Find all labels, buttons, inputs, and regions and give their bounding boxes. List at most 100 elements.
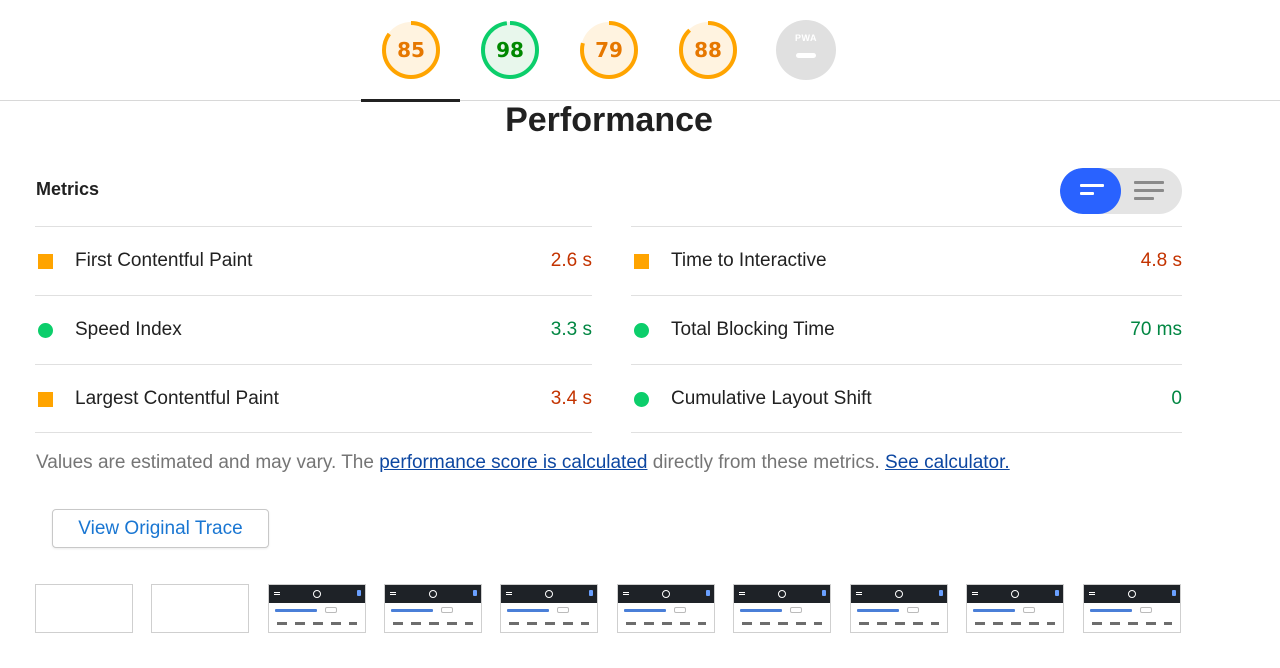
metric-time-to-interactive: Time to Interactive 4.8 s (631, 226, 1182, 295)
green-circle-icon (634, 392, 649, 407)
list-lines-icon-bar (1134, 197, 1154, 200)
filmstrip-frame (617, 584, 715, 633)
green-circle-icon (634, 323, 649, 338)
frame-badge (907, 607, 919, 613)
compact-view-button[interactable] (1060, 168, 1121, 214)
frame-tabs (626, 622, 706, 625)
metric-label: Cumulative Layout Shift (671, 388, 872, 409)
orange-square-icon (38, 392, 53, 407)
menu-icon (739, 592, 745, 593)
metrics-column-left: First Contentful Paint 2.6 s Speed Index… (35, 226, 592, 433)
frame-action-icon (589, 590, 593, 596)
frame-tabs (1092, 622, 1172, 625)
score-value: 85 (397, 38, 425, 62)
menu-icon (1089, 592, 1095, 593)
filmstrip-frame (151, 584, 249, 633)
metric-value: 3.3 s (550, 319, 592, 340)
metric-largest-contentful-paint: Largest Contentful Paint 3.4 s (35, 364, 592, 433)
frame-tabs (975, 622, 1055, 625)
metric-value: 2.6 s (550, 250, 592, 271)
metrics-view-toggle (1060, 168, 1182, 214)
metric-speed-index: Speed Index 3.3 s (35, 295, 592, 364)
frame-action-icon (1055, 590, 1059, 596)
frame-breadcrumb (391, 609, 433, 612)
menu-icon (274, 592, 280, 593)
frame-badge (557, 607, 569, 613)
frame-action-icon (357, 590, 361, 596)
frame-action-icon (473, 590, 477, 596)
metric-label: Total Blocking Time (671, 319, 835, 340)
orange-square-icon (38, 254, 53, 269)
score-gauge-performance[interactable]: 85 (381, 20, 441, 80)
list-lines-icon (1134, 181, 1164, 184)
score-gauge-pwa[interactable]: PWA (776, 20, 836, 80)
frame-tabs (742, 622, 822, 625)
metrics-column-right: Time to Interactive 4.8 s Total Blocking… (631, 226, 1182, 433)
frame-breadcrumb (973, 609, 1015, 612)
filmstrip-frame (966, 584, 1064, 633)
score-gauge-seo[interactable]: 88 (678, 20, 738, 80)
frame-action-icon (822, 590, 826, 596)
menu-icon (856, 592, 862, 593)
metric-value: 70 ms (1130, 319, 1182, 340)
frame-breadcrumb (857, 609, 899, 612)
score-value: 88 (694, 38, 722, 62)
score-gauge-best-practices[interactable]: 79 (579, 20, 639, 80)
github-icon (778, 590, 786, 598)
menu-icon (506, 592, 512, 593)
score-gauge-accessibility[interactable]: 98 (480, 20, 540, 80)
filmstrip-frame (500, 584, 598, 633)
filmstrip-frame (268, 584, 366, 633)
metric-value: 0 (1171, 388, 1182, 409)
green-circle-icon (38, 323, 53, 338)
frame-breadcrumb (275, 609, 317, 612)
frame-badge (790, 607, 802, 613)
frame-action-icon (939, 590, 943, 596)
metric-cumulative-layout-shift: Cumulative Layout Shift 0 (631, 364, 1182, 433)
view-lines-icon (1080, 184, 1104, 187)
metric-total-blocking-time: Total Blocking Time 70 ms (631, 295, 1182, 364)
frame-action-icon (706, 590, 710, 596)
menu-icon (623, 592, 629, 593)
frame-tabs (859, 622, 939, 625)
view-original-trace-button[interactable]: View Original Trace (52, 509, 269, 548)
filmstrip-frame (1083, 584, 1181, 633)
score-gauges: 85 98 79 88 PWA (0, 0, 1280, 102)
metric-label: Speed Index (75, 319, 182, 340)
frame-action-icon (1172, 590, 1176, 596)
frame-tabs (277, 622, 357, 625)
footnote-middle: directly from these metrics. (647, 452, 886, 473)
github-icon (545, 590, 553, 598)
list-lines-icon-bar (1134, 189, 1164, 192)
filmstrip-frame (733, 584, 831, 633)
see-calculator-link[interactable]: See calculator. (885, 452, 1010, 473)
frame-badge (1140, 607, 1152, 613)
orange-square-icon (634, 254, 649, 269)
menu-icon (390, 592, 396, 593)
filmstrip-frame (850, 584, 948, 633)
pwa-icon: PWA (794, 33, 817, 43)
filmstrip-frame (384, 584, 482, 633)
expanded-view-button[interactable] (1121, 168, 1182, 214)
metric-label: First Contentful Paint (75, 250, 253, 271)
score-value: 79 (595, 38, 623, 62)
performance-score-link[interactable]: performance score is calculated (379, 452, 647, 473)
github-icon (895, 590, 903, 598)
github-icon (1011, 590, 1019, 598)
frame-tabs (509, 622, 589, 625)
github-icon (1128, 590, 1136, 598)
github-icon (313, 590, 321, 598)
filmstrip-frame (35, 584, 133, 633)
metric-value: 3.4 s (550, 388, 592, 409)
metrics-footnote: Values are estimated and may vary. The p… (36, 451, 1010, 475)
metric-label: Time to Interactive (671, 250, 827, 271)
metrics-header: Metrics (36, 179, 100, 199)
frame-badge (1023, 607, 1035, 613)
view-lines-icon-bar (1080, 192, 1094, 195)
github-icon (429, 590, 437, 598)
frame-breadcrumb (507, 609, 549, 612)
section-title: Performance (505, 101, 713, 139)
frame-breadcrumb (740, 609, 782, 612)
score-value: 98 (496, 38, 524, 62)
frame-breadcrumb (1090, 609, 1132, 612)
